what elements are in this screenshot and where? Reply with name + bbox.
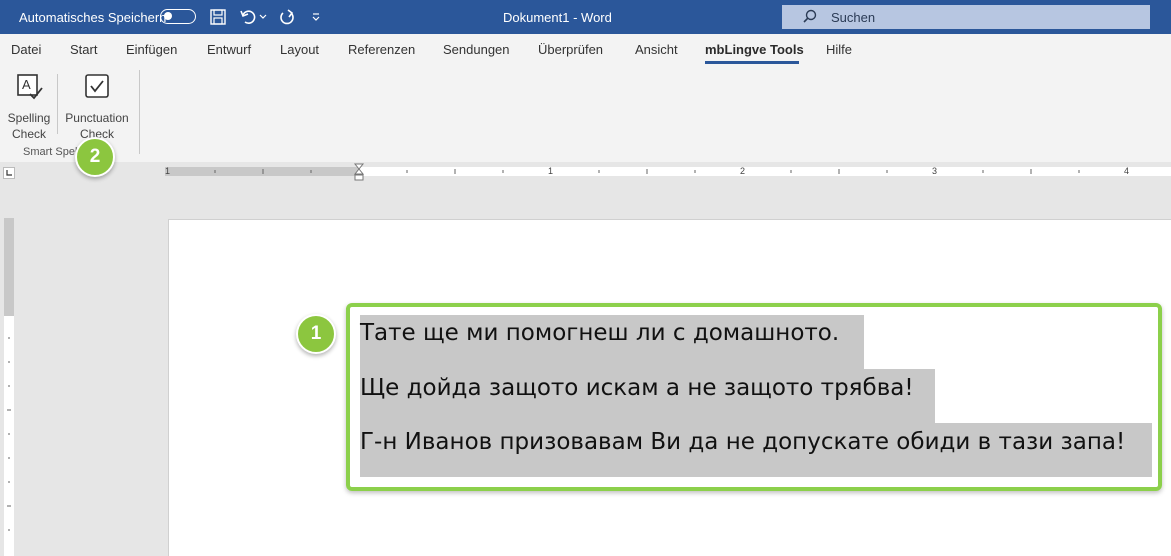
tab-sendungen[interactable]: Sendungen — [443, 42, 510, 57]
ruler-number: 2 — [740, 166, 746, 176]
horizontal-ruler[interactable] — [0, 162, 1171, 182]
punctuation-check-button[interactable]: Punctuation Check — [61, 72, 133, 142]
document-title: Dokument1 - Word — [503, 9, 612, 25]
save-icon[interactable] — [209, 0, 227, 34]
vertical-ruler-margin — [4, 218, 14, 316]
tab-referenzen[interactable]: Referenzen — [348, 42, 415, 57]
ribbon-divider — [57, 74, 58, 134]
ruler-number: 1 — [548, 166, 554, 176]
punctuation-label-1: Punctuation — [65, 111, 129, 125]
spelling-check-icon: A — [4, 72, 54, 102]
active-tab-indicator — [705, 61, 799, 64]
tab-einfuegen[interactable]: Einfügen — [126, 42, 177, 57]
search-box[interactable]: Suchen — [782, 5, 1150, 29]
group-divider — [139, 70, 140, 154]
tab-start[interactable]: Start — [70, 42, 97, 57]
autosave-toggle[interactable] — [160, 9, 196, 24]
tab-entwurf[interactable]: Entwurf — [207, 42, 251, 57]
tab-mblingve-tools[interactable]: mbLingve Tools — [705, 42, 804, 57]
ruler-number: 3 — [932, 166, 938, 176]
vertical-ruler[interactable] — [4, 218, 14, 556]
spelling-label-2: Check — [11, 127, 46, 141]
tab-ansicht[interactable]: Ansicht — [635, 42, 678, 57]
ruler-number: 4 — [1124, 166, 1130, 176]
svg-text:A: A — [22, 77, 31, 92]
step-badge-1: 1 — [296, 314, 336, 354]
spelling-check-button[interactable]: A Spelling Check — [4, 72, 54, 142]
customize-toolbar-icon[interactable] — [311, 0, 321, 34]
search-icon — [802, 9, 818, 28]
toggle-knob — [164, 12, 172, 20]
tab-hilfe[interactable]: Hilfe — [826, 42, 852, 57]
undo-icon[interactable] — [239, 0, 257, 34]
step-badge-2: 2 — [75, 137, 115, 177]
ribbon-panel: A Spelling Check Punctuation Check Smart… — [0, 66, 1171, 163]
search-placeholder: Suchen — [831, 9, 876, 25]
undo-dropdown-icon[interactable] — [259, 0, 267, 34]
title-bar: Automatisches Speichern Dokument1 - Word… — [0, 0, 1171, 34]
ribbon-tabs: Datei Start Einfügen Entwurf Layout Refe… — [0, 34, 1171, 66]
tab-layout[interactable]: Layout — [280, 42, 319, 57]
ruler-band: 1 1 2 3 4 — [0, 162, 1171, 182]
spelling-label-1: Spelling — [7, 111, 51, 125]
punctuation-check-icon — [61, 72, 133, 102]
group-label-smart-spell: Smart Spell — [23, 146, 80, 158]
tab-ueberpruefen[interactable]: Überprüfen — [538, 42, 603, 57]
callout-highlight-box — [346, 303, 1162, 491]
ruler-number: 1 — [165, 166, 171, 176]
autosave-label: Automatisches Speichern — [19, 9, 167, 25]
redo-icon[interactable] — [278, 0, 296, 34]
tab-datei[interactable]: Datei — [11, 42, 41, 57]
vertical-ruler-ticks — [7, 337, 11, 531]
